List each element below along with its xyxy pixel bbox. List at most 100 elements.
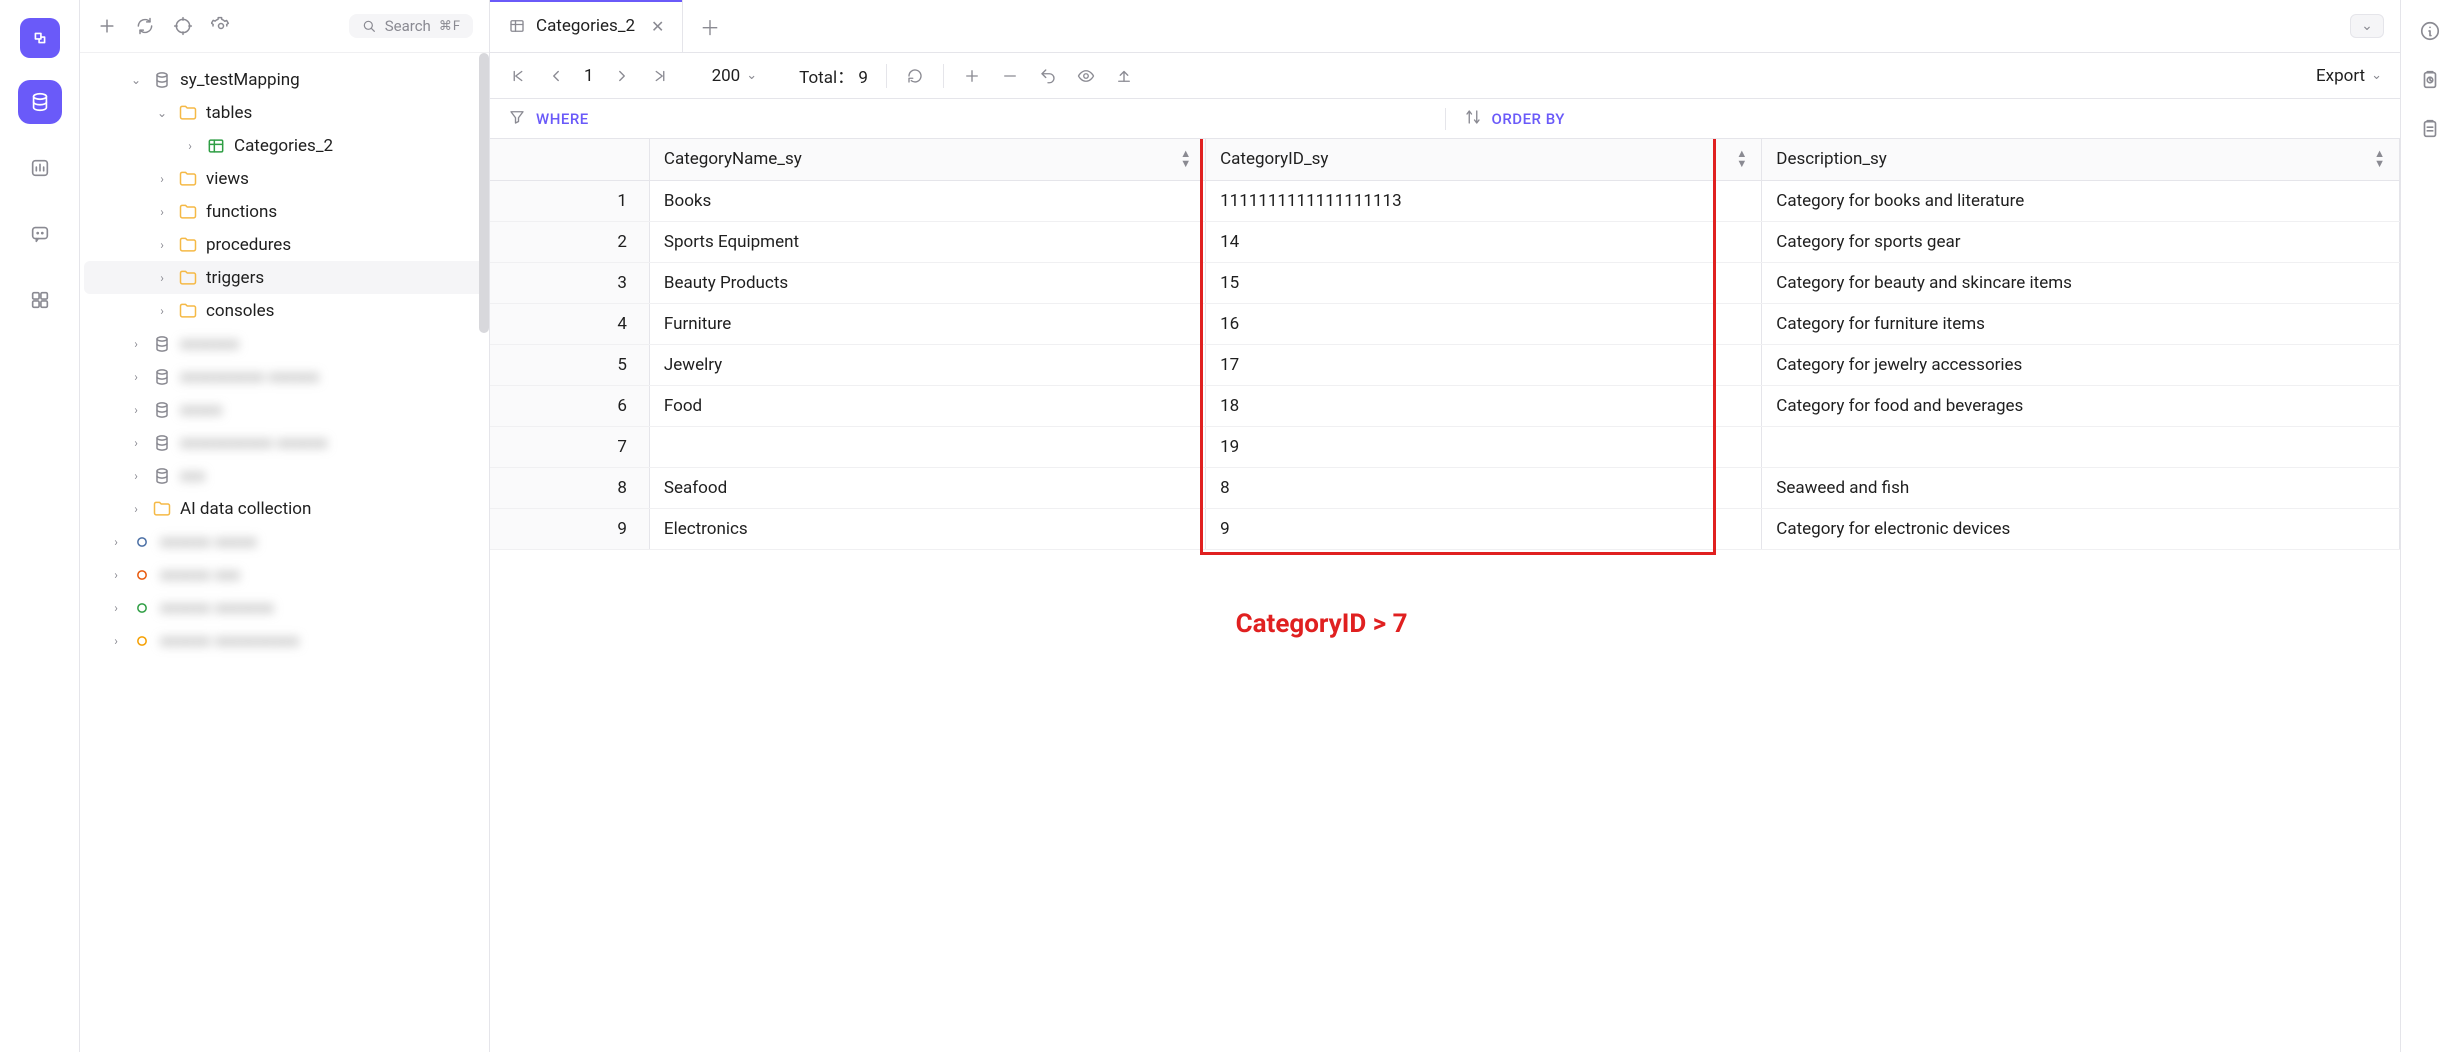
- cell-category-name[interactable]: [649, 426, 1205, 467]
- cell-category-name[interactable]: Beauty Products: [649, 262, 1205, 303]
- clipboard-list-icon[interactable]: [2419, 118, 2441, 145]
- export-button[interactable]: Export ⌄: [2316, 66, 2382, 86]
- tree-database-blurred[interactable]: xxxxxxxxxx xxxxxx: [84, 360, 489, 393]
- sort-icon[interactable]: ▲▼: [1180, 149, 1191, 169]
- table-row[interactable]: 7 19: [490, 426, 2400, 467]
- tree-connection-blurred[interactable]: xxxxxx xxxxxxxxxx: [84, 624, 489, 657]
- tree-connection-blurred[interactable]: xxxxxx xxx: [84, 558, 489, 591]
- explorer-search[interactable]: Search ⌘F: [349, 14, 473, 38]
- where-filter[interactable]: WHERE: [490, 108, 1445, 130]
- tree-database-blurred[interactable]: xxxxx: [84, 393, 489, 426]
- tabs-collapse-button[interactable]: ⌄: [2350, 14, 2384, 38]
- cell-category-id[interactable]: 1111111111111111113: [1206, 180, 1762, 221]
- row-number[interactable]: 4: [490, 303, 649, 344]
- tab-categories2[interactable]: Categories_2 ✕: [490, 0, 683, 52]
- cell-category-id[interactable]: 14: [1206, 221, 1762, 262]
- tree-folder-views[interactable]: views: [84, 162, 489, 195]
- row-number[interactable]: 5: [490, 344, 649, 385]
- cell-category-id[interactable]: 9: [1206, 508, 1762, 549]
- sort-icon[interactable]: ▲▼: [1736, 149, 1747, 169]
- tree-database-blurred[interactable]: xxx: [84, 459, 489, 492]
- table-row[interactable]: 2Sports Equipment14Category for sports g…: [490, 221, 2400, 262]
- column-header-category-id[interactable]: CategoryID_sy ▲▼: [1206, 139, 1762, 180]
- settings-icon[interactable]: [210, 15, 232, 37]
- tab-add-button[interactable]: ＋: [683, 0, 736, 52]
- table-row[interactable]: 5Jewelry17Category for jewelry accessori…: [490, 344, 2400, 385]
- column-header-category-name[interactable]: CategoryName_sy ▲▼: [649, 139, 1205, 180]
- cell-category-id[interactable]: 8: [1206, 467, 1762, 508]
- last-page-icon[interactable]: [650, 66, 670, 86]
- tree-folder-consoles[interactable]: consoles: [84, 294, 489, 327]
- row-number[interactable]: 1: [490, 180, 649, 221]
- cell-category-name[interactable]: Sports Equipment: [649, 221, 1205, 262]
- cell-category-name[interactable]: Electronics: [649, 508, 1205, 549]
- info-icon[interactable]: [2419, 20, 2441, 47]
- next-page-icon[interactable]: [612, 66, 632, 86]
- rail-database-icon[interactable]: [18, 80, 62, 124]
- app-logo[interactable]: [20, 18, 60, 58]
- cell-description[interactable]: Category for electronic devices: [1762, 508, 2400, 549]
- table-row[interactable]: 4Furniture16Category for furniture items: [490, 303, 2400, 344]
- prev-page-icon[interactable]: [546, 66, 566, 86]
- tree-ai-folder[interactable]: AI data collection: [84, 492, 489, 525]
- sort-icon[interactable]: ▲▼: [2374, 149, 2385, 169]
- row-number[interactable]: 3: [490, 262, 649, 303]
- cell-category-name[interactable]: Furniture: [649, 303, 1205, 344]
- table-row[interactable]: 9Electronics9Category for electronic dev…: [490, 508, 2400, 549]
- preview-pending-icon[interactable]: [1076, 66, 1096, 86]
- new-connection-icon[interactable]: [96, 15, 118, 37]
- tree-folder-tables[interactable]: tables: [84, 96, 489, 129]
- table-row[interactable]: 6Food18Category for food and beverages: [490, 385, 2400, 426]
- cell-description[interactable]: Category for jewelry accessories: [1762, 344, 2400, 385]
- undo-icon[interactable]: [1038, 66, 1058, 86]
- reload-icon[interactable]: [905, 66, 925, 86]
- tree-connection-blurred[interactable]: xxxxxx xxxxx: [84, 525, 489, 558]
- tree-scrollbar[interactable]: [479, 53, 489, 333]
- commit-icon[interactable]: [1114, 66, 1134, 86]
- delete-row-icon[interactable]: [1000, 66, 1020, 86]
- tree-connection-blurred[interactable]: xxxxxx xxxxxxx: [84, 591, 489, 624]
- tree-folder-functions[interactable]: functions: [84, 195, 489, 228]
- cell-description[interactable]: Seaweed and fish: [1762, 467, 2400, 508]
- cell-category-name[interactable]: Books: [649, 180, 1205, 221]
- locate-icon[interactable]: [172, 15, 194, 37]
- tree-folder-triggers[interactable]: triggers: [84, 261, 489, 294]
- rail-chart-icon[interactable]: [18, 146, 62, 190]
- row-number[interactable]: 2: [490, 221, 649, 262]
- cell-category-id[interactable]: 19: [1206, 426, 1762, 467]
- rail-chat-icon[interactable]: [18, 212, 62, 256]
- cell-description[interactable]: Category for sports gear: [1762, 221, 2400, 262]
- table-row[interactable]: 8Seafood8Seaweed and fish: [490, 467, 2400, 508]
- orderby-filter[interactable]: ORDER BY: [1445, 108, 2401, 130]
- table-row[interactable]: 3Beauty Products15Category for beauty an…: [490, 262, 2400, 303]
- tree-table-categories2[interactable]: Categories_2: [84, 129, 489, 162]
- cell-description[interactable]: Category for food and beverages: [1762, 385, 2400, 426]
- table-row[interactable]: 1Books1111111111111111113Category for bo…: [490, 180, 2400, 221]
- cell-description[interactable]: Category for books and literature: [1762, 180, 2400, 221]
- cell-description[interactable]: Category for beauty and skincare items: [1762, 262, 2400, 303]
- add-row-icon[interactable]: [962, 66, 982, 86]
- clipboard-history-icon[interactable]: [2419, 69, 2441, 96]
- cell-category-name[interactable]: Jewelry: [649, 344, 1205, 385]
- row-number[interactable]: 8: [490, 467, 649, 508]
- cell-category-name[interactable]: Seafood: [649, 467, 1205, 508]
- cell-description[interactable]: Category for furniture items: [1762, 303, 2400, 344]
- data-grid[interactable]: CategoryName_sy ▲▼ CategoryID_sy ▲▼ Desc…: [490, 139, 2400, 1052]
- page-size-select[interactable]: 200 ⌄: [712, 66, 758, 86]
- cell-category-id[interactable]: 16: [1206, 303, 1762, 344]
- cell-category-name[interactable]: Food: [649, 385, 1205, 426]
- tree-database-blurred[interactable]: xxxxxxxxxxx xxxxxx: [84, 426, 489, 459]
- row-number[interactable]: 7: [490, 426, 649, 467]
- cell-category-id[interactable]: 17: [1206, 344, 1762, 385]
- tree-database[interactable]: sy_testMapping: [84, 63, 489, 96]
- tree-folder-procedures[interactable]: procedures: [84, 228, 489, 261]
- cell-category-id[interactable]: 18: [1206, 385, 1762, 426]
- column-header-rownum[interactable]: [490, 139, 649, 180]
- first-page-icon[interactable]: [508, 66, 528, 86]
- refresh-icon[interactable]: [134, 15, 156, 37]
- row-number[interactable]: 6: [490, 385, 649, 426]
- rail-apps-icon[interactable]: [18, 278, 62, 322]
- tree-database-blurred[interactable]: xxxxxxx: [84, 327, 489, 360]
- cell-description[interactable]: [1762, 426, 2400, 467]
- cell-category-id[interactable]: 15: [1206, 262, 1762, 303]
